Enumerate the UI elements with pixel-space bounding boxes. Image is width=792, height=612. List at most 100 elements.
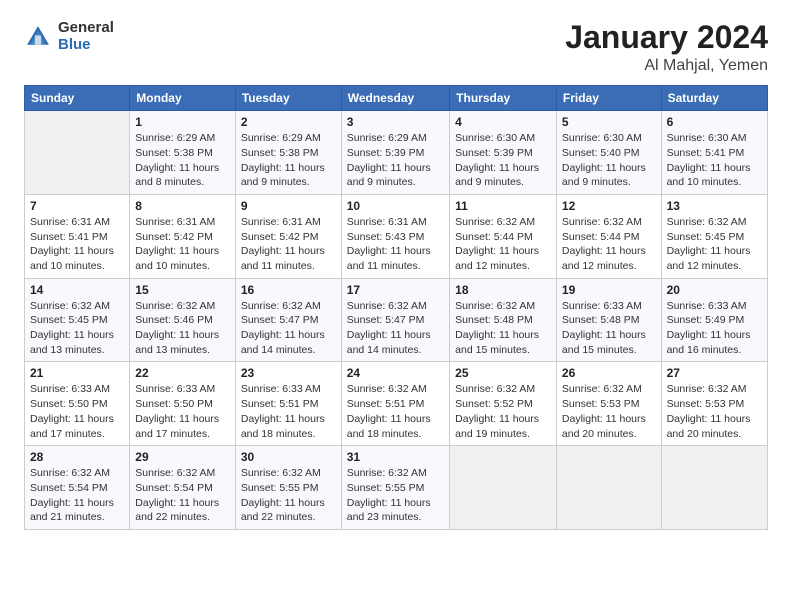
table-row: 16Sunrise: 6:32 AMSunset: 5:47 PMDayligh… — [235, 278, 341, 362]
day-number: 31 — [347, 450, 444, 464]
table-row: 7Sunrise: 6:31 AMSunset: 5:41 PMDaylight… — [25, 194, 130, 278]
table-row: 25 Sunrise: 6:32 AMSunset: 5:52 PMDayligh… — [450, 362, 557, 446]
table-row — [25, 111, 130, 195]
day-info: Sunrise: 6:31 AMSunset: 5:43 PMDaylight:… — [347, 215, 444, 274]
day-info: Sunrise: 6:33 AMSunset: 5:49 PMDaylight:… — [667, 299, 762, 358]
table-row: 2Sunrise: 6:29 AMSunset: 5:38 PMDaylight… — [235, 111, 341, 195]
page: General Blue January 2024 Al Mahjal, Yem… — [0, 0, 792, 612]
day-info: Sunrise: 6:32 AMSunset: 5:54 PMDaylight:… — [30, 466, 124, 525]
table-row: 17 Sunrise: 6:32 AMSunset: 5:47 PMDayligh… — [341, 278, 449, 362]
logo-general-label: General — [58, 20, 114, 37]
table-row: 6 Sunrise: 6:30 AMSunset: 5:41 PMDaylight… — [661, 111, 767, 195]
col-tuesday: Tuesday — [235, 86, 341, 111]
table-row: 21Sunrise: 6:33 AMSunset: 5:50 PMDayligh… — [25, 362, 130, 446]
table-row — [450, 446, 557, 530]
day-number: 3 — [347, 115, 444, 129]
day-info: Sunrise: 6:32 AMSunset: 5:45 PMDaylight:… — [667, 215, 762, 274]
table-row: 8Sunrise: 6:31 AMSunset: 5:42 PMDaylight… — [130, 194, 236, 278]
calendar-week-row: 1Sunrise: 6:29 AMSunset: 5:38 PMDaylight… — [25, 111, 768, 195]
day-number: 13 — [667, 199, 762, 213]
table-row: 12Sunrise: 6:32 AMSunset: 5:44 PMDayligh… — [556, 194, 661, 278]
day-info: Sunrise: 6:30 AMSunset: 5:40 PMDaylight:… — [562, 131, 656, 190]
calendar-table: Sunday Monday Tuesday Wednesday Thursday… — [24, 85, 768, 530]
day-number: 24 — [347, 366, 444, 380]
table-row: 20 Sunrise: 6:33 AMSunset: 5:49 PMDayligh… — [661, 278, 767, 362]
day-info: Sunrise: 6:32 AMSunset: 5:51 PMDaylight:… — [347, 382, 444, 441]
calendar-week-row: 28 Sunrise: 6:32 AMSunset: 5:54 PMDayligh… — [25, 446, 768, 530]
logo-icon — [24, 23, 52, 51]
calendar-week-row: 14 Sunrise: 6:32 AMSunset: 5:45 PMDayligh… — [25, 278, 768, 362]
day-info: Sunrise: 6:32 AMSunset: 5:44 PMDaylight:… — [455, 215, 551, 274]
table-row: 15Sunrise: 6:32 AMSunset: 5:46 PMDayligh… — [130, 278, 236, 362]
table-row: 14 Sunrise: 6:32 AMSunset: 5:45 PMDayligh… — [25, 278, 130, 362]
day-info: Sunrise: 6:32 AMSunset: 5:52 PMDaylight:… — [455, 382, 551, 441]
day-info: Sunrise: 6:33 AMSunset: 5:50 PMDaylight:… — [135, 382, 230, 441]
table-row: 19 Sunrise: 6:33 AMSunset: 5:48 PMDayligh… — [556, 278, 661, 362]
col-thursday: Thursday — [450, 86, 557, 111]
day-number: 26 — [562, 366, 656, 380]
day-number: 25 — [455, 366, 551, 380]
day-number: 17 — [347, 283, 444, 297]
day-number: 2 — [241, 115, 336, 129]
calendar-week-row: 7Sunrise: 6:31 AMSunset: 5:41 PMDaylight… — [25, 194, 768, 278]
day-info: Sunrise: 6:32 AMSunset: 5:55 PMDaylight:… — [347, 466, 444, 525]
day-info: Sunrise: 6:32 AMSunset: 5:47 PMDaylight:… — [241, 299, 336, 358]
day-info: Sunrise: 6:32 AMSunset: 5:55 PMDaylight:… — [241, 466, 336, 525]
day-number: 19 — [562, 283, 656, 297]
day-number: 20 — [667, 283, 762, 297]
day-info: Sunrise: 6:32 AMSunset: 5:45 PMDaylight:… — [30, 299, 124, 358]
col-monday: Monday — [130, 86, 236, 111]
table-row: 1Sunrise: 6:29 AMSunset: 5:38 PMDaylight… — [130, 111, 236, 195]
calendar-week-row: 21Sunrise: 6:33 AMSunset: 5:50 PMDayligh… — [25, 362, 768, 446]
day-number: 15 — [135, 283, 230, 297]
table-row: 5 Sunrise: 6:30 AMSunset: 5:40 PMDaylight… — [556, 111, 661, 195]
day-number: 1 — [135, 115, 230, 129]
day-info: Sunrise: 6:31 AMSunset: 5:42 PMDaylight:… — [135, 215, 230, 274]
col-sunday: Sunday — [25, 86, 130, 111]
table-row: 9Sunrise: 6:31 AMSunset: 5:42 PMDaylight… — [235, 194, 341, 278]
day-info: Sunrise: 6:30 AMSunset: 5:39 PMDaylight:… — [455, 131, 551, 190]
calendar-header-row: Sunday Monday Tuesday Wednesday Thursday… — [25, 86, 768, 111]
day-number: 29 — [135, 450, 230, 464]
day-number: 28 — [30, 450, 124, 464]
table-row: 13 Sunrise: 6:32 AMSunset: 5:45 PMDayligh… — [661, 194, 767, 278]
table-row: 28 Sunrise: 6:32 AMSunset: 5:54 PMDayligh… — [25, 446, 130, 530]
day-info: Sunrise: 6:32 AMSunset: 5:53 PMDaylight:… — [562, 382, 656, 441]
day-number: 10 — [347, 199, 444, 213]
day-info: Sunrise: 6:33 AMSunset: 5:48 PMDaylight:… — [562, 299, 656, 358]
logo-text: General Blue — [58, 20, 114, 53]
day-info: Sunrise: 6:30 AMSunset: 5:41 PMDaylight:… — [667, 131, 762, 190]
day-number: 18 — [455, 283, 551, 297]
table-row: 26 Sunrise: 6:32 AMSunset: 5:53 PMDayligh… — [556, 362, 661, 446]
col-saturday: Saturday — [661, 86, 767, 111]
day-number: 27 — [667, 366, 762, 380]
day-info: Sunrise: 6:32 AMSunset: 5:53 PMDaylight:… — [667, 382, 762, 441]
day-number: 6 — [667, 115, 762, 129]
day-info: Sunrise: 6:32 AMSunset: 5:44 PMDaylight:… — [562, 215, 656, 274]
day-number: 11 — [455, 199, 551, 213]
day-info: Sunrise: 6:32 AMSunset: 5:54 PMDaylight:… — [135, 466, 230, 525]
day-number: 14 — [30, 283, 124, 297]
table-row: 24 Sunrise: 6:32 AMSunset: 5:51 PMDayligh… — [341, 362, 449, 446]
day-number: 5 — [562, 115, 656, 129]
day-info: Sunrise: 6:32 AMSunset: 5:48 PMDaylight:… — [455, 299, 551, 358]
day-info: Sunrise: 6:29 AMSunset: 5:39 PMDaylight:… — [347, 131, 444, 190]
day-info: Sunrise: 6:32 AMSunset: 5:47 PMDaylight:… — [347, 299, 444, 358]
day-number: 9 — [241, 199, 336, 213]
day-number: 4 — [455, 115, 551, 129]
logo: General Blue — [24, 20, 114, 53]
table-row: 27 Sunrise: 6:32 AMSunset: 5:53 PMDayligh… — [661, 362, 767, 446]
day-info: Sunrise: 6:33 AMSunset: 5:50 PMDaylight:… — [30, 382, 124, 441]
table-row: 23Sunrise: 6:33 AMSunset: 5:51 PMDayligh… — [235, 362, 341, 446]
table-row: 29 Sunrise: 6:32 AMSunset: 5:54 PMDayligh… — [130, 446, 236, 530]
location-title: Al Mahjal, Yemen — [565, 57, 768, 75]
table-row: 3 Sunrise: 6:29 AMSunset: 5:39 PMDaylight… — [341, 111, 449, 195]
day-number: 30 — [241, 450, 336, 464]
table-row: 22Sunrise: 6:33 AMSunset: 5:50 PMDayligh… — [130, 362, 236, 446]
day-number: 23 — [241, 366, 336, 380]
header: General Blue January 2024 Al Mahjal, Yem… — [24, 20, 768, 75]
logo-blue-label: Blue — [58, 37, 114, 54]
month-title: January 2024 — [565, 20, 768, 55]
day-number: 7 — [30, 199, 124, 213]
table-row: 18 Sunrise: 6:32 AMSunset: 5:48 PMDayligh… — [450, 278, 557, 362]
